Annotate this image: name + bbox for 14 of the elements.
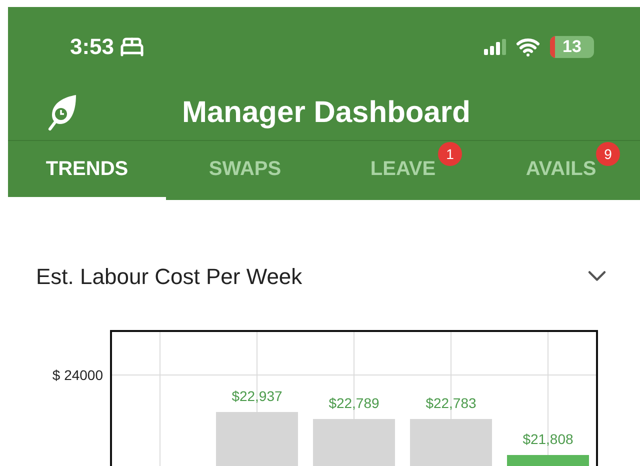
value-label: $22,789 [328, 395, 380, 411]
header-title: Manager Dashboard [182, 94, 470, 130]
axis-label: $ 24000 [52, 367, 103, 383]
status-time: 3:53 [70, 33, 114, 61]
tab[interactable]: TRENDS [8, 141, 166, 200]
battery-indicator: 13 [550, 36, 594, 58]
value-label: $22,937 [232, 388, 282, 404]
value-label: $21,808 [522, 431, 574, 447]
count-badge: 1 [438, 142, 462, 166]
tab[interactable]: SWAPS [166, 141, 324, 200]
signal-icon [484, 38, 506, 54]
value-label: $22,783 [426, 395, 476, 411]
card-title: Est. Labour Cost Per Week [36, 262, 302, 290]
count-badge: 9 [596, 142, 620, 166]
